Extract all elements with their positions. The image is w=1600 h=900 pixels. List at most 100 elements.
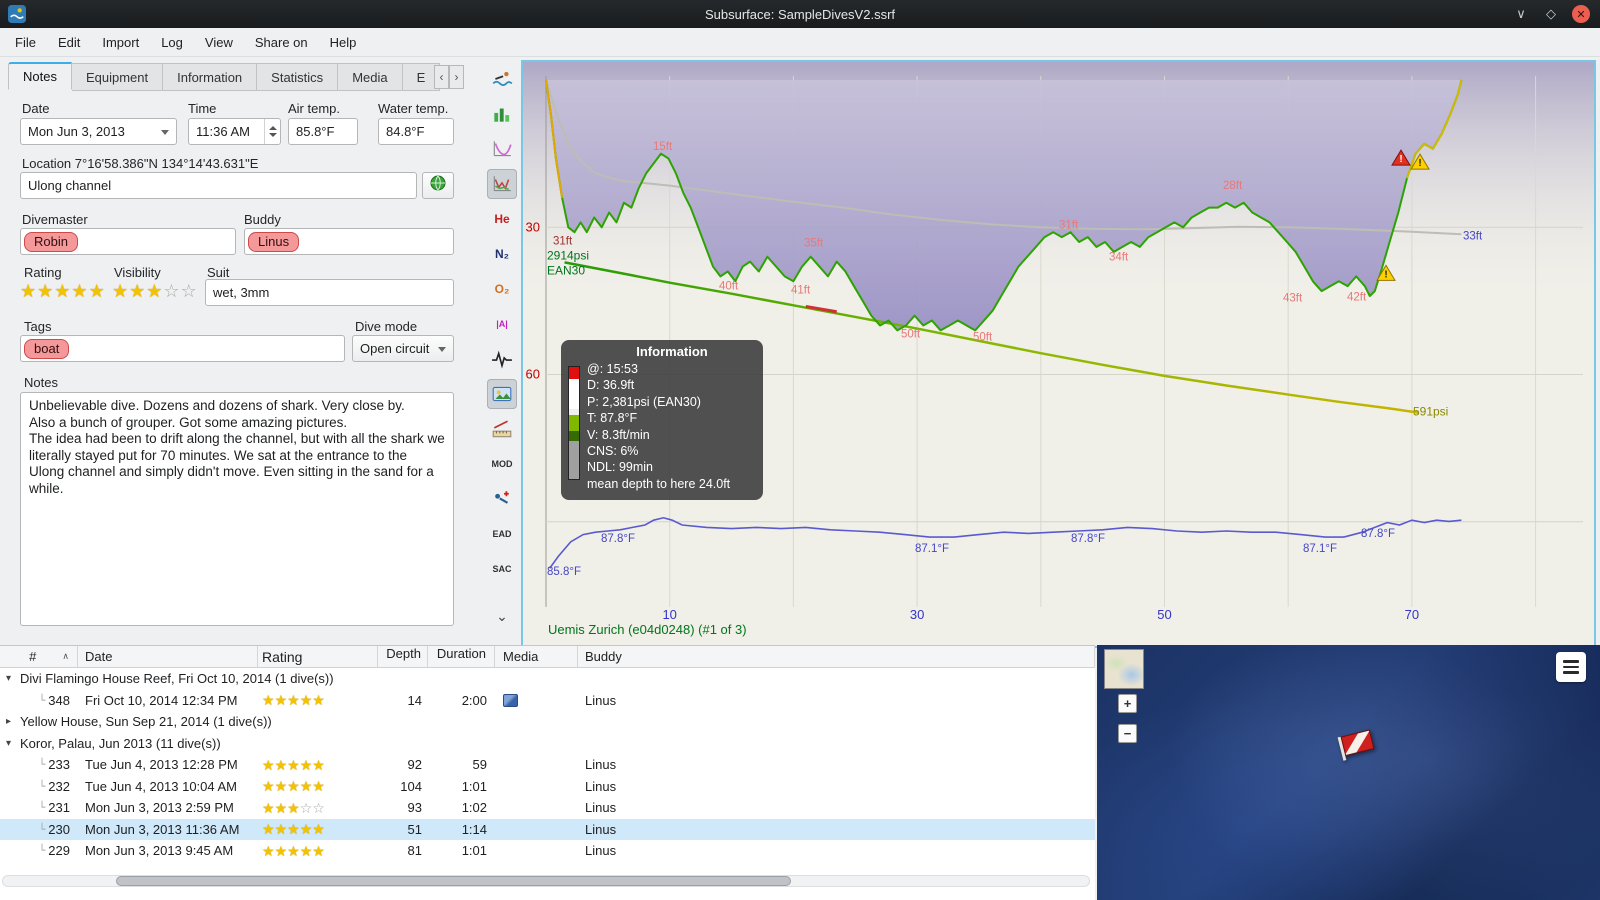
- column-header-buddy[interactable]: Buddy: [578, 646, 1095, 667]
- buddy-field[interactable]: Linus: [244, 228, 454, 255]
- trip-row[interactable]: ▾ Divi Flamingo House Reef, Fri Oct 10, 2…: [0, 668, 1095, 690]
- time-label: Time: [188, 101, 217, 116]
- dc-ceiling-icon[interactable]: [487, 169, 517, 199]
- sac-icon[interactable]: SAC: [487, 554, 517, 584]
- dive-row[interactable]: └ 230 Mon Jun 3, 2013 11:36 AM ★★★★★ 51 1:14 L…: [0, 818, 1095, 840]
- dive-row[interactable]: └ 232 Tue Jun 4, 2013 10:04 AM ★★★★★ 104 1:01…: [0, 776, 1095, 798]
- dive-flag-marker[interactable]: [1337, 729, 1377, 761]
- column-header-rating[interactable]: Rating: [258, 646, 378, 667]
- map-panel[interactable]: + −: [1097, 645, 1600, 900]
- menu-item-view[interactable]: View: [194, 30, 244, 55]
- dive-buddy-cell: Linus: [585, 757, 617, 773]
- oxygen-graph-icon[interactable]: O₂: [487, 274, 517, 304]
- buddy-tag[interactable]: Linus: [248, 231, 300, 252]
- horizontal-scrollbar[interactable]: [2, 875, 1090, 887]
- water-temp-field[interactable]: 84.8°F: [378, 118, 454, 145]
- nitrogen-graph-icon[interactable]: N₂: [487, 239, 517, 269]
- dive-row[interactable]: └ 348 Fri Oct 10, 2014 12:34 PM ★★★★★ 14 2:00…: [0, 690, 1095, 712]
- dive-profile-panel[interactable]: 30 60 10 30 50 70 15ft 28ft 31ft 34ft 35ft 40ft 41ft…: [521, 60, 1596, 648]
- location-input[interactable]: Ulong channel: [20, 172, 417, 199]
- dive-duration-cell: 1:01: [461, 843, 487, 859]
- suit-field[interactable]: wet, 3mm: [205, 279, 454, 306]
- menu-item-help[interactable]: Help: [319, 30, 368, 55]
- titlebar[interactable]: Subsurface: SampleDivesV2.ssrf ∨ ◇ ✕: [0, 0, 1600, 28]
- dive-row[interactable]: └ 231 Mon Jun 3, 2013 2:59 PM ★★★☆☆ 93 1:02 Li…: [0, 797, 1095, 819]
- tooltip-legend-strip: [568, 366, 580, 480]
- dive-rating-stars: ★★★★★: [262, 778, 325, 795]
- menu-item-file[interactable]: File: [4, 30, 47, 55]
- minimize-button[interactable]: ∨: [1512, 6, 1530, 22]
- tooltip-line: P: 2,381psi (EAN30): [587, 394, 701, 409]
- ceiling-icon[interactable]: [487, 134, 517, 164]
- map-overview-thumbnail[interactable]: [1104, 649, 1144, 689]
- collapse-arrow-icon[interactable]: ▾: [6, 738, 20, 749]
- map-globe-button[interactable]: [422, 172, 454, 199]
- menu-item-import[interactable]: Import: [91, 30, 150, 55]
- scrollbar-thumb[interactable]: [116, 876, 791, 886]
- swimmer-icon[interactable]: [487, 64, 517, 94]
- air-temp-field[interactable]: 85.8°F: [288, 118, 358, 145]
- dive-row[interactable]: └ 229 Mon Jun 3, 2013 9:45 AM ★★★★★ 81 1:01 Li…: [0, 840, 1095, 862]
- profile-tooltip[interactable]: Information @: 15:53 D: 36.9ft P: 2,381psi…: [561, 340, 763, 500]
- dive-row[interactable]: └ 233 Tue Jun 4, 2013 12:28 PM ★★★★★ 92 59 Lin…: [0, 754, 1095, 776]
- tab-equipment[interactable]: Equipment: [71, 63, 164, 91]
- trip-row[interactable]: ▾ Koror, Palau, Jun 2013 (11 dive(s)): [0, 733, 1095, 755]
- dive-duration-cell: 2:00: [461, 692, 487, 708]
- photos-icon[interactable]: [487, 379, 517, 409]
- helium-graph-icon[interactable]: He: [487, 204, 517, 234]
- menu-item-log[interactable]: Log: [150, 30, 194, 55]
- map-menu-button[interactable]: [1556, 652, 1586, 682]
- rating-stars[interactable]: ★★★★★: [20, 282, 106, 300]
- dive-mode-select[interactable]: Open circuit: [352, 335, 454, 362]
- menu-item-share-on[interactable]: Share on: [244, 30, 319, 55]
- toolbar-scroll-down-button[interactable]: ⌄: [487, 605, 517, 627]
- tooltip-line: NDL: 99min: [587, 460, 653, 475]
- mod-icon[interactable]: MOD: [487, 449, 517, 479]
- column-header-depth[interactable]: Depth: [378, 646, 428, 667]
- gas-pressure-icon[interactable]: [487, 99, 517, 129]
- deco-diver-icon[interactable]: [487, 484, 517, 514]
- date-combobox[interactable]: Mon Jun 3, 2013: [20, 118, 177, 145]
- zoom-out-button[interactable]: −: [1118, 724, 1137, 743]
- heartrate-icon[interactable]: [487, 344, 517, 374]
- column-header-media[interactable]: Media: [495, 646, 578, 667]
- media-photo-icon[interactable]: [503, 693, 518, 707]
- notes-textarea[interactable]: Unbelievable dive. Dozens and dozens of …: [20, 392, 454, 626]
- tag-boat[interactable]: boat: [24, 338, 70, 359]
- column-header-duration[interactable]: Duration: [428, 646, 495, 667]
- dive-rating-stars: ★★★☆☆: [262, 799, 325, 816]
- collapse-arrow-icon[interactable]: ▾: [6, 673, 20, 684]
- tooltip-legend-segment: [569, 379, 579, 409]
- menu-item-edit[interactable]: Edit: [47, 30, 91, 55]
- tooltip-legend-segment: [569, 431, 579, 441]
- notes-form: Date Time Air temp. Water temp. Mon Jun …: [8, 91, 464, 640]
- time-spinbox[interactable]: 11:36 AM: [188, 118, 281, 145]
- svg-text:33ft: 33ft: [1463, 230, 1483, 242]
- tab-notes[interactable]: Notes: [8, 62, 72, 90]
- divemaster-field[interactable]: Robin: [20, 228, 236, 255]
- visibility-label: Visibility: [114, 265, 161, 280]
- zoom-in-button[interactable]: +: [1118, 694, 1137, 713]
- ead-icon[interactable]: EAD: [487, 519, 517, 549]
- tree-connector: └: [38, 779, 46, 793]
- divemaster-tag[interactable]: Robin: [24, 231, 78, 252]
- tab-information[interactable]: Information: [163, 63, 258, 91]
- column-header-[interactable]: # ∧: [0, 646, 78, 667]
- tags-field[interactable]: boat: [20, 335, 345, 362]
- trip-row[interactable]: ▸ Yellow House, Sun Sep 21, 2014 (1 dive(…: [0, 711, 1095, 733]
- tab-scroll-left-button[interactable]: ‹: [434, 65, 449, 89]
- svg-text:31ft: 31ft: [1059, 219, 1079, 231]
- close-button[interactable]: ✕: [1572, 5, 1590, 23]
- visibility-stars[interactable]: ★★★☆☆: [112, 282, 198, 300]
- dive-number-cell: └ 232: [0, 779, 78, 794]
- ruler-icon[interactable]: [487, 414, 517, 444]
- tab-scroll-right-button[interactable]: ›: [449, 65, 464, 89]
- tissues-icon[interactable]: |A|: [487, 309, 517, 339]
- dive-mode-value: Open circuit: [360, 341, 430, 356]
- spinner-arrows-icon[interactable]: [264, 119, 280, 144]
- expand-arrow-icon[interactable]: ▸: [6, 716, 20, 727]
- column-header-date[interactable]: Date: [78, 646, 258, 667]
- tab-media[interactable]: Media: [338, 63, 403, 91]
- maximize-button[interactable]: ◇: [1542, 6, 1560, 22]
- tab-statistics[interactable]: Statistics: [257, 63, 339, 91]
